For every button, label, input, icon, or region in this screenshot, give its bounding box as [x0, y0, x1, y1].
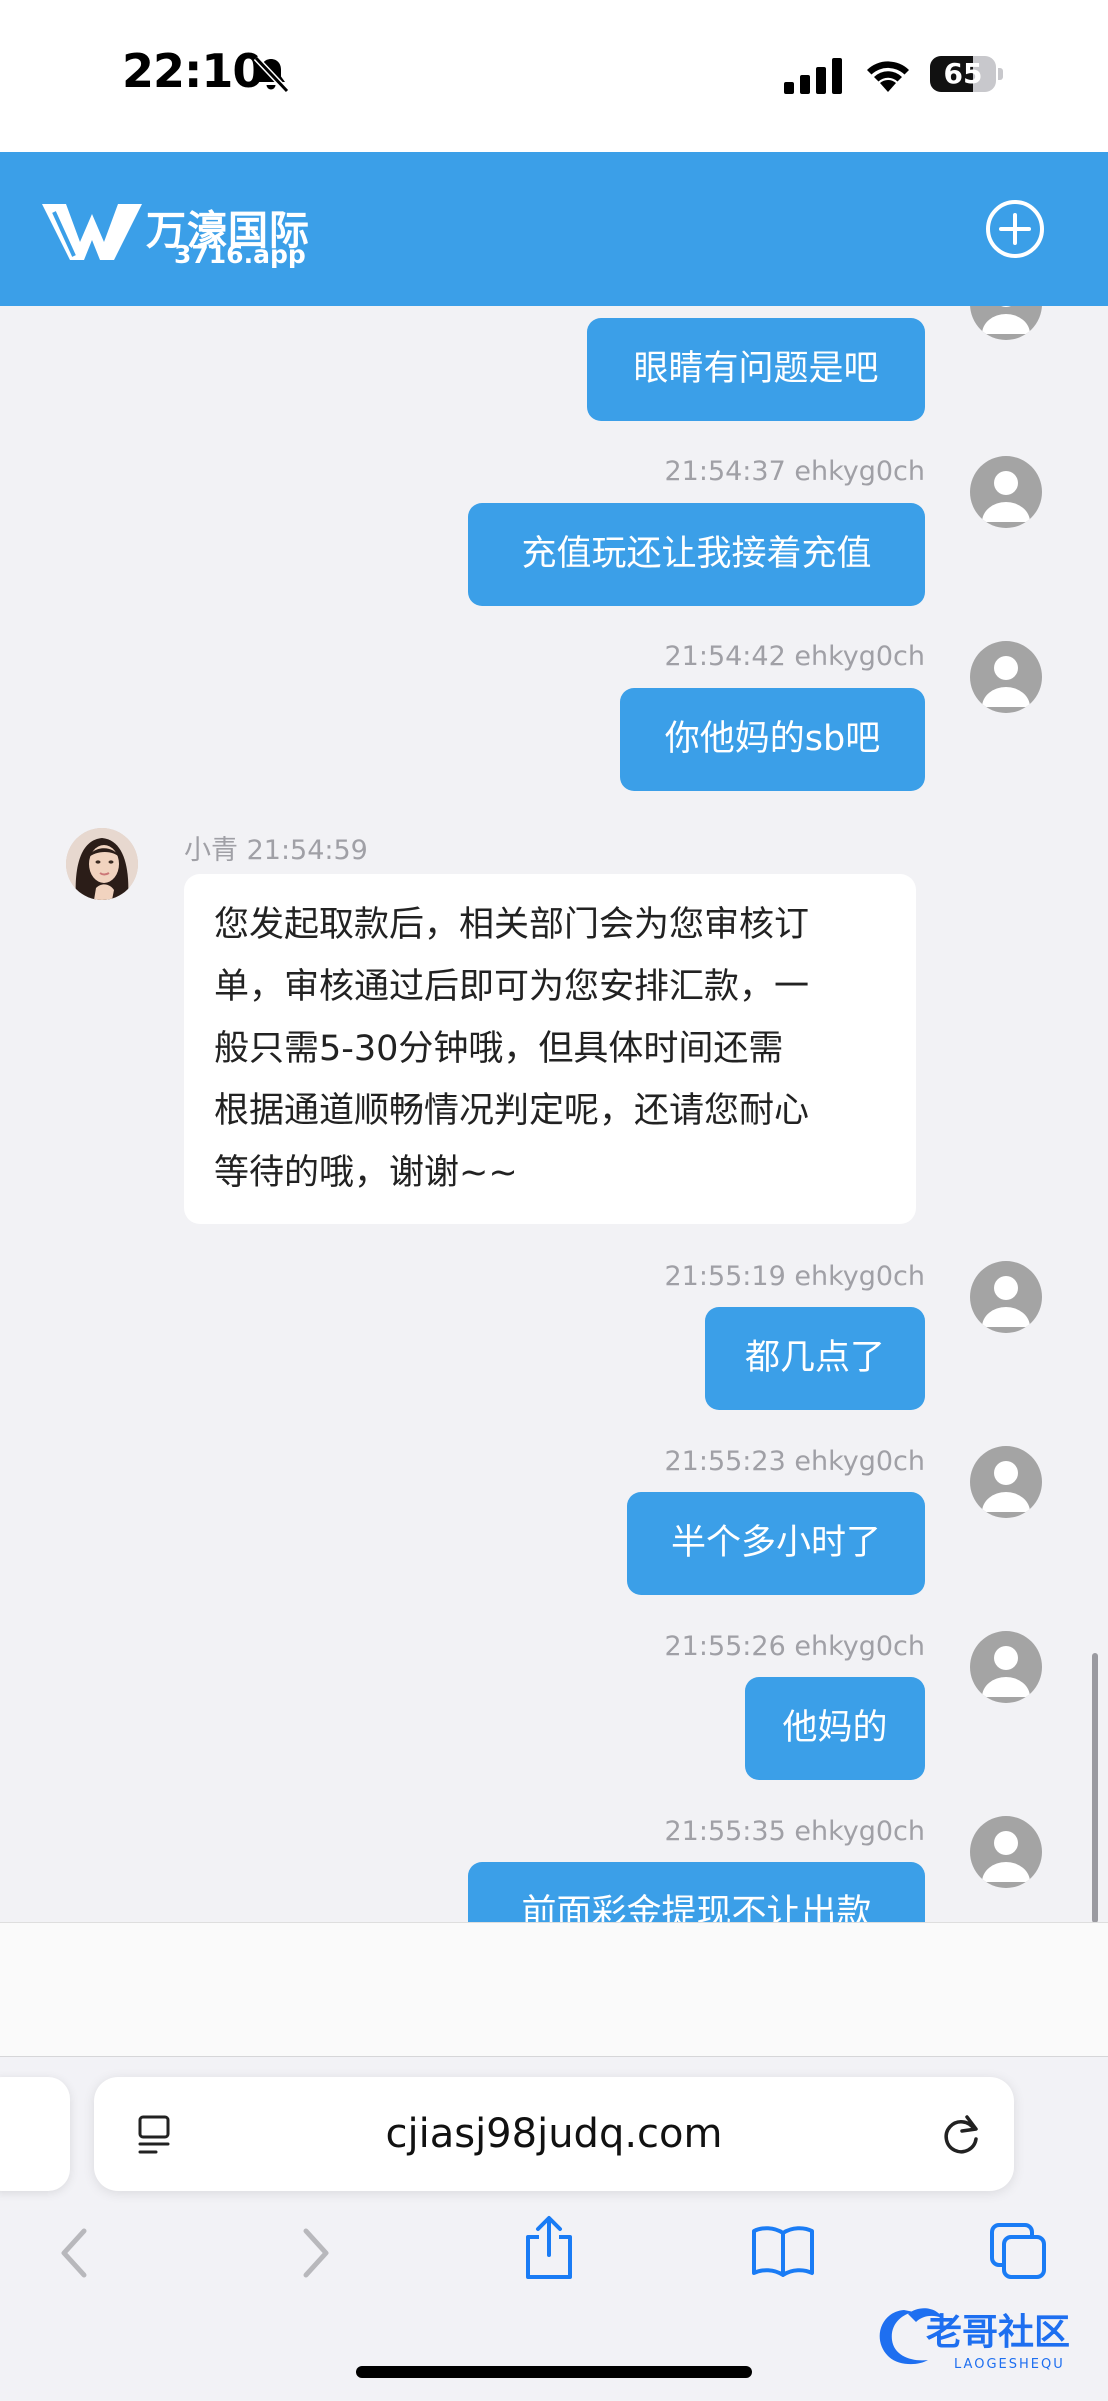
user-avatar	[970, 1446, 1042, 1518]
message-meta: 21:55:19 ehkyg0ch	[664, 1261, 926, 1292]
chat-message-list[interactable]: 眼睛有问题是吧 21:54:37 ehkyg0ch 充值玩还让我接着充值 21:…	[0, 306, 1108, 1922]
message-bubble-out: 前面彩金提现不让出款	[468, 1862, 925, 1922]
message-meta: 21:54:37 ehkyg0ch	[664, 456, 926, 487]
url-text[interactable]: cjiasj98judq.com	[94, 2077, 1014, 2191]
message-bubble-out: 都几点了	[705, 1307, 925, 1410]
user-avatar	[970, 456, 1042, 528]
watermark-text: 老哥社区	[926, 2312, 1070, 2353]
back-icon[interactable]	[56, 2227, 92, 2279]
battery-icon: 65	[930, 56, 1004, 92]
message-bubble-out: 半个多小时了	[627, 1492, 925, 1595]
status-bar: 22:10 65	[0, 0, 1108, 152]
agent-avatar	[66, 828, 138, 900]
user-avatar	[970, 1261, 1042, 1333]
app-header: 万濠国际 3716.app	[0, 152, 1108, 306]
message-meta: 21:55:23 ehkyg0ch	[664, 1446, 926, 1477]
message-meta: 21:55:35 ehkyg0ch	[664, 1816, 926, 1847]
bookmarks-icon[interactable]	[750, 2223, 816, 2277]
watermark-sub: LAOGESHEQU	[954, 2357, 1065, 2372]
brand-domain: 3716.app	[174, 240, 306, 269]
tabs-icon[interactable]	[988, 2221, 1050, 2283]
message-bubble-out: 充值玩还让我接着充值	[468, 503, 925, 606]
user-avatar	[970, 1631, 1042, 1703]
forward-icon[interactable]	[298, 2227, 334, 2279]
user-avatar	[970, 641, 1042, 713]
watermark-logo: 老哥社区 LAOGESHEQU	[879, 2308, 1070, 2372]
wifi-icon	[867, 61, 909, 92]
user-avatar	[970, 1816, 1042, 1888]
message-bubble-out: 眼睛有问题是吧	[587, 318, 925, 421]
reload-icon[interactable]	[936, 2109, 986, 2159]
status-time: 22:10	[122, 44, 264, 98]
scroll-indicator[interactable]	[1092, 1653, 1098, 1922]
share-icon[interactable]	[520, 2215, 578, 2281]
agent-meta: 小青 21:54:59	[184, 835, 368, 866]
address-bar[interactable]: cjiasj98judq.com	[94, 2077, 1014, 2191]
bell-muted-icon	[253, 55, 290, 94]
home-indicator[interactable]	[356, 2366, 752, 2378]
message-meta: 21:55:26 ehkyg0ch	[664, 1631, 926, 1662]
user-avatar	[970, 306, 1042, 340]
message-bubble-in: 您发起取款后，相关部门会为您审核订 单，审核通过后即可为您安排汇款，一 般只需5…	[184, 874, 916, 1224]
message-bubble-out: 他妈的	[745, 1677, 925, 1780]
add-circle-icon[interactable]	[984, 198, 1046, 260]
message-bubble-out: 你他妈的sb吧	[620, 688, 925, 791]
brand-logo-icon	[42, 204, 142, 260]
message-meta: 21:54:42 ehkyg0ch	[664, 641, 926, 672]
previous-tab-card[interactable]	[0, 2077, 70, 2191]
battery-level: 65	[943, 57, 983, 90]
cellular-signal-icon	[784, 58, 842, 94]
message-input-area[interactable]	[0, 1922, 1108, 2057]
